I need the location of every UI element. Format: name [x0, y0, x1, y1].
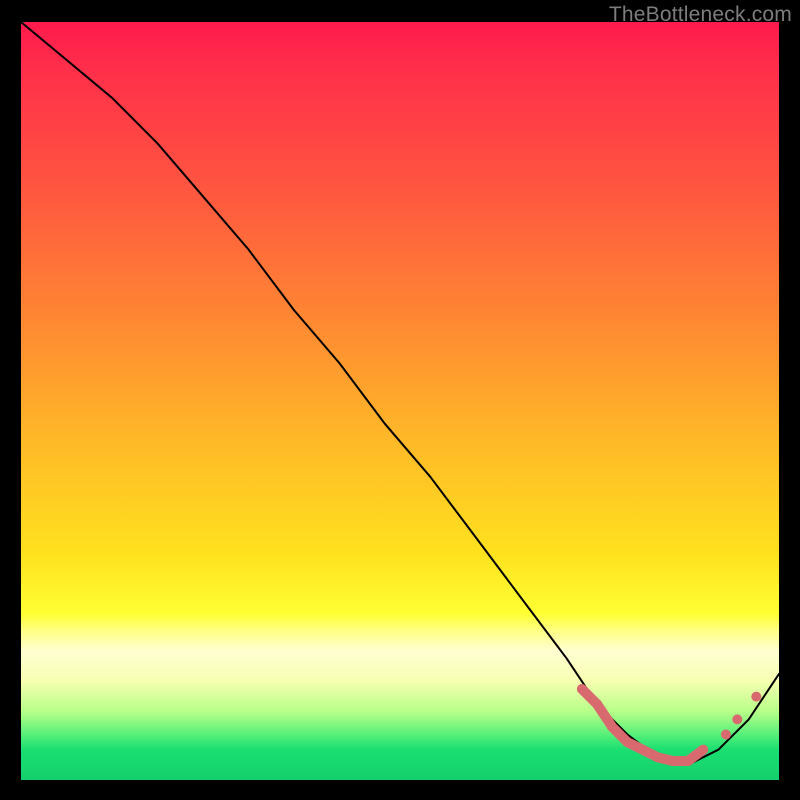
marker-point [607, 722, 617, 732]
marker-point [653, 752, 663, 762]
marker-point [683, 756, 693, 766]
marker-point [668, 756, 678, 766]
marker-point [698, 745, 708, 755]
marker-point [721, 730, 731, 740]
marker-point [732, 714, 742, 724]
marker-point [577, 684, 587, 694]
bottleneck-curve [21, 22, 779, 765]
marker-point [638, 745, 648, 755]
watermark-label: TheBottleneck.com [609, 3, 792, 27]
marker-point [622, 737, 632, 747]
chart-svg [21, 22, 779, 780]
marker-point [592, 699, 602, 709]
marker-group [577, 684, 761, 766]
marker-point [751, 692, 761, 702]
chart-frame [21, 22, 779, 780]
